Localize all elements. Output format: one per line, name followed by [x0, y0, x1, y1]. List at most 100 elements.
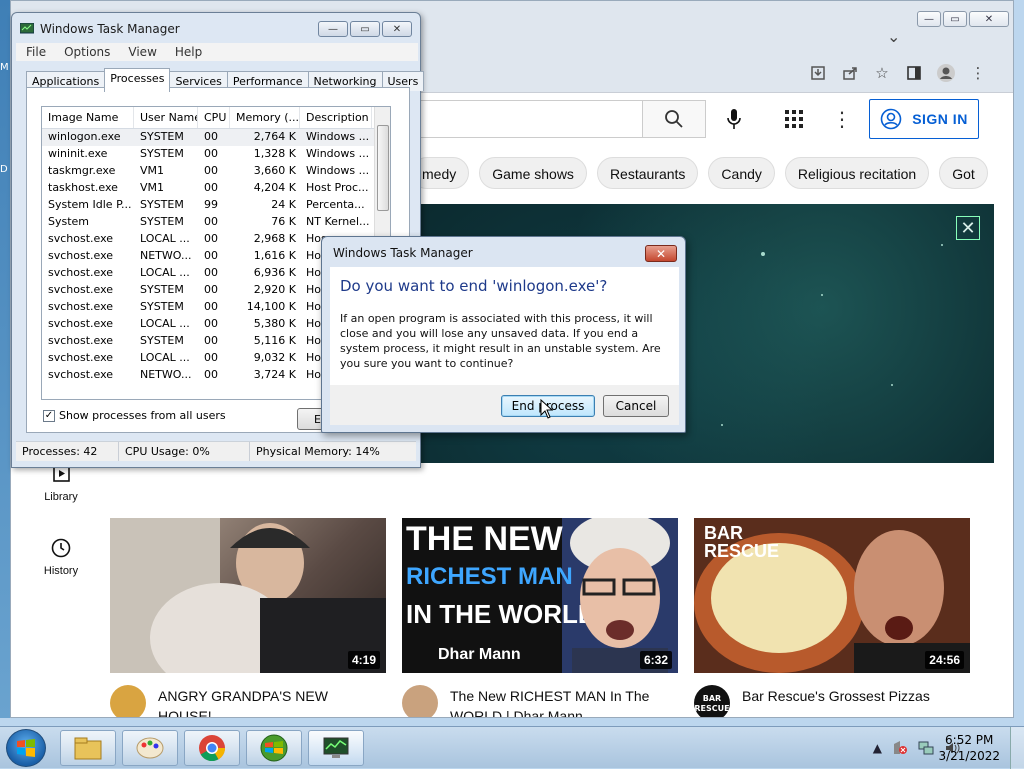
sidebar-item-history[interactable]: History	[31, 537, 91, 577]
cell-image-name: svchost.exe	[48, 351, 114, 364]
menu-view[interactable]: View	[128, 45, 156, 59]
menu-icon[interactable]: ⋮	[966, 61, 990, 85]
channel-avatar[interactable]	[402, 685, 438, 717]
channel-avatar[interactable]	[110, 685, 146, 717]
cell-description: Windows ...	[306, 147, 370, 160]
cell-image-name: taskmgr.exe	[48, 164, 116, 177]
column-header-memory[interactable]: Memory (...	[230, 107, 300, 128]
checkbox-checked-icon[interactable]: ✓	[43, 409, 55, 422]
taskbar-clock[interactable]: 6:52 PM 3/21/2022	[938, 732, 1000, 764]
video-thumbnail[interactable]: THE NEW RICHEST MAN IN THE WORLD Dhar Ma…	[402, 518, 678, 673]
sidebar-item-library[interactable]: Library	[31, 463, 91, 503]
category-chips: medy Game shows Restaurants Candy Religious …	[411, 157, 1001, 193]
banner-close-icon[interactable]: ✕	[956, 216, 980, 240]
maximize-button[interactable]: ▭	[350, 21, 380, 37]
table-row[interactable]: System SYSTEM 00 76 K NT Kernel...	[42, 214, 390, 231]
chip-religious-recitation[interactable]: Religious recitation	[784, 157, 930, 189]
tab-processes[interactable]: Processes	[104, 68, 171, 92]
chrome-maximize-button[interactable]: ▭	[943, 11, 967, 27]
media-center-icon	[260, 734, 288, 762]
apps-button[interactable]	[775, 100, 813, 138]
end-process-dialog: Windows Task Manager ✕ Do you want to en…	[321, 236, 686, 433]
show-desktop-button[interactable]	[1010, 727, 1024, 769]
cell-image-name: svchost.exe	[48, 368, 114, 381]
start-button[interactable]	[6, 729, 46, 767]
taskbar-media-center[interactable]	[246, 730, 302, 766]
network-icon[interactable]	[918, 740, 934, 756]
thumbnail-text-line: BAR	[704, 523, 743, 543]
table-row[interactable]: taskmgr.exe VM1 00 3,660 K Windows ...	[42, 163, 390, 180]
cell-cpu: 00	[204, 164, 218, 177]
chrome-minimize-button[interactable]: —	[917, 11, 941, 27]
profile-icon[interactable]	[934, 61, 958, 85]
video-title[interactable]: The New RICHEST MAN In The WORLD | Dhar …	[450, 686, 680, 717]
cell-memory: 14,100 K	[246, 300, 296, 313]
cell-image-name: svchost.exe	[48, 232, 114, 245]
column-header-description[interactable]: Description	[300, 107, 372, 128]
table-row[interactable]: winlogon.exe SYSTEM 00 2,764 K Windows ...	[42, 129, 390, 146]
taskbar-chrome[interactable]	[184, 730, 240, 766]
voice-search-button[interactable]	[715, 100, 753, 138]
video-thumbnail[interactable]: 4:19	[110, 518, 386, 673]
install-icon[interactable]	[806, 61, 830, 85]
scrollbar-thumb[interactable]	[377, 125, 389, 211]
taskbar-task-manager[interactable]	[308, 730, 364, 766]
cell-cpu: 00	[204, 147, 218, 160]
column-header-image-name[interactable]: Image Name	[42, 107, 134, 128]
chip-restaurants[interactable]: Restaurants	[596, 157, 699, 189]
sidebar-icon[interactable]	[902, 61, 926, 85]
cell-description: Percenta...	[306, 198, 365, 211]
taskbar-paint[interactable]	[122, 730, 178, 766]
cell-user-name: SYSTEM	[140, 130, 184, 143]
desktop-mark: M	[0, 62, 9, 73]
video-duration: 6:32	[639, 651, 672, 669]
tab-search-chevron-icon[interactable]: ⌄	[887, 27, 900, 46]
cell-user-name: SYSTEM	[140, 300, 184, 313]
dialog-question: Do you want to end 'winlogon.exe'?	[340, 277, 608, 295]
thumbnail-text: THE NEW	[406, 520, 563, 558]
sign-in-button[interactable]: SIGN IN	[869, 99, 979, 139]
cell-memory: 76 K	[271, 215, 296, 228]
more-options-icon[interactable]: ⋮	[823, 100, 861, 138]
video-title[interactable]: ANGRY GRANDPA'S NEW HOUSE!	[158, 686, 378, 717]
menu-bar: File Options View Help	[16, 43, 418, 61]
table-header: Image Name User Name CPU Memory (... Des…	[42, 107, 390, 129]
show-all-processes-checkbox[interactable]: ✓ Show processes from all users	[43, 409, 226, 422]
cancel-button[interactable]: Cancel	[603, 395, 669, 417]
menu-help[interactable]: Help	[175, 45, 202, 59]
thumbnail-face	[570, 518, 670, 673]
close-button[interactable]: ✕	[382, 21, 412, 37]
cell-user-name: SYSTEM	[140, 198, 184, 211]
table-row[interactable]: taskhost.exe VM1 00 4,204 K Host Proc...	[42, 180, 390, 197]
cell-memory: 3,660 K	[253, 164, 296, 177]
minimize-button[interactable]: —	[318, 21, 348, 37]
column-header-user-name[interactable]: User Name	[134, 107, 198, 128]
table-row[interactable]: wininit.exe SYSTEM 00 1,328 K Windows ...	[42, 146, 390, 163]
cell-memory: 2,968 K	[253, 232, 296, 245]
dialog-close-icon[interactable]: ✕	[645, 245, 677, 262]
channel-avatar[interactable]: BAR RESCUE	[694, 685, 730, 717]
cell-memory: 9,032 K	[253, 351, 296, 364]
chip-game-shows[interactable]: Game shows	[479, 157, 587, 189]
menu-file[interactable]: File	[26, 45, 46, 59]
status-memory: Physical Memory: 14%	[256, 445, 380, 458]
search-button[interactable]	[642, 100, 706, 138]
taskbar-explorer[interactable]	[60, 730, 116, 766]
chip-got[interactable]: Got	[939, 157, 988, 189]
chip-candy[interactable]: Candy	[708, 157, 775, 189]
tray-expand-icon[interactable]: ▲	[873, 741, 882, 755]
share-icon[interactable]	[838, 61, 862, 85]
cell-memory: 2,920 K	[253, 283, 296, 296]
history-icon	[51, 538, 71, 558]
video-thumbnail[interactable]: BAR RESCUE 24:56	[694, 518, 970, 673]
star-icon[interactable]: ☆	[870, 61, 894, 85]
task-manager-controls: — ▭ ✕	[318, 21, 412, 37]
video-title[interactable]: Bar Rescue's Grossest Pizzas	[742, 686, 982, 706]
table-row[interactable]: System Idle P... SYSTEM 99 24 K Percenta...	[42, 197, 390, 214]
column-header-cpu[interactable]: CPU	[198, 107, 230, 128]
chrome-close-button[interactable]: ✕	[969, 11, 1009, 27]
menu-options[interactable]: Options	[64, 45, 110, 59]
search-input[interactable]	[411, 100, 643, 138]
action-center-icon[interactable]	[892, 740, 908, 756]
cell-user-name: SYSTEM	[140, 215, 184, 228]
